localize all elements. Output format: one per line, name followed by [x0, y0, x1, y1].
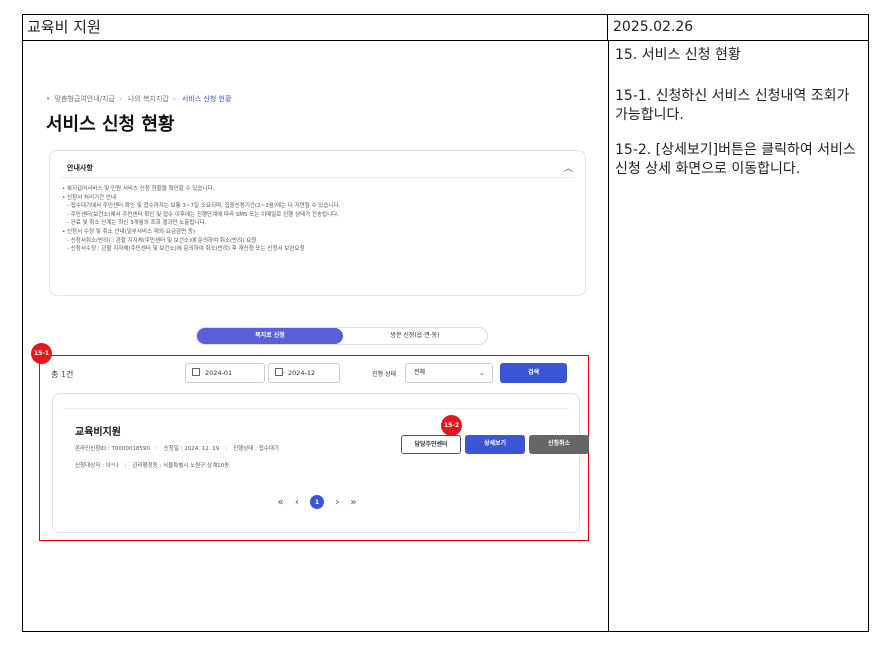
description-title: 15. 서비스 신청 현황: [615, 47, 741, 63]
date-from-input[interactable]: 2024-01: [185, 363, 265, 383]
divider: [60, 177, 575, 178]
first-page-icon[interactable]: «: [278, 497, 284, 508]
divider: |: [124, 463, 127, 469]
notice-panel: 안내사항 ︿ • 복지급여서비스 및 민원 서비스 신청 현황을 확인할 수 있…: [49, 150, 586, 296]
screenshot-area: • 맞춤형급여안내/지급 › 나의 복지지갑 › 서비스 신청 현황 서비스 신청 …: [24, 42, 607, 631]
calendar-icon: [192, 368, 200, 376]
service-title: 교육비지원: [75, 427, 121, 438]
applied-date: 신청일 : 2024. 12. 19: [163, 446, 220, 452]
status-text: 진행상태 : 접수대기: [233, 446, 279, 452]
notice-list: • 복지급여서비스 및 민원 서비스 신청 현황을 확인할 수 있습니다. • …: [62, 185, 340, 254]
chevron-up-icon[interactable]: ︿: [564, 161, 573, 174]
breadcrumb: • 맞춤형급여안내/지급 › 나의 복지지갑 › 서비스 신청 현황: [46, 94, 231, 104]
notice-line: - 주민센터(보건소)에서 주민센터 확인 및 접수 이후에는 진행단계에 따라…: [67, 211, 339, 218]
notice-line: - 신청서수정 : 관할 지자체(주민센터 및 보건소)에 문의하여 취소(반려…: [67, 246, 305, 253]
notice-title: 안내사항: [67, 164, 93, 172]
office: 관리행정동 : 서울특별시 노원구 상계10동: [132, 463, 230, 469]
community-center-button[interactable]: 담당주민센터: [401, 435, 461, 454]
notice-line: - 신청서취소(반려) : 관할 지자체(주민센터 및 보건소)에 문의하여 취…: [67, 237, 257, 244]
tab-visit-apply[interactable]: 방문 신청(읍·면·동): [343, 328, 487, 344]
online-id: 온라인신청ID : T0000018590: [75, 446, 150, 452]
breadcrumb-item[interactable]: 나의 복지지갑: [128, 95, 169, 103]
chevron-right-icon: ›: [172, 95, 176, 103]
applicant: 신청대상자 : 이*나: [75, 463, 119, 469]
doc-date: 2025.02.26: [608, 15, 868, 41]
home-dot-icon: •: [46, 95, 51, 103]
divider: |: [155, 446, 158, 452]
cancel-application-button[interactable]: 신청취소: [529, 435, 589, 454]
total-count: 총 1건: [51, 369, 73, 380]
date-from-value: 2024-01: [205, 369, 233, 377]
breadcrumb-item[interactable]: 맞춤형급여안내/지급: [55, 95, 115, 103]
pagination: « ‹ 1 › »: [53, 495, 581, 511]
badge-15-2: 15-2: [441, 415, 462, 436]
status-value: 전체: [414, 369, 426, 376]
apply-type-tabs: 복지로 신청 방문 신청(읍·면·동): [196, 327, 488, 345]
notice-line: • 복지급여서비스 및 민원 서비스 신청 현황을 확인할 수 있습니다.: [62, 186, 215, 192]
total-suffix: 건: [66, 370, 74, 379]
description-panel: 15. 서비스 신청 현황 15-1. 신청하신 서비스 신청내역 조회가 가능…: [608, 41, 868, 631]
breadcrumb-current: 서비스 신청 현황: [181, 95, 232, 103]
date-to-value: 2024-12: [288, 369, 316, 377]
status-select[interactable]: 전체 ⌄: [405, 363, 493, 383]
detail-button[interactable]: 상세보기: [465, 435, 525, 454]
notice-line: - 접수대기에서 주민센터 확인 및 접수까지는 보통 3~7일 소요되며, 집…: [67, 203, 341, 210]
date-to-input[interactable]: 2024-12: [268, 363, 340, 383]
doc-title: 교육비 지원: [23, 15, 608, 41]
application-card: 교육비지원 온라인신청ID : T0000018590 | 신청일 : 2024. …: [52, 393, 589, 533]
description-item: 15-2. [상세보기]버튼은 클릭하여 서비스 신청 상세 화면으로 이동합니…: [615, 142, 856, 177]
calendar-icon: [275, 368, 283, 376]
description-item: 15-1. 신청하신 서비스 신청내역 조회가 가능합니다.: [615, 88, 850, 123]
notice-line: • 신청서 수정 및 취소 안내(일부서비스 제외-요금감면 등): [62, 228, 196, 235]
last-page-icon[interactable]: »: [350, 497, 356, 508]
status-label: 진행 상태: [372, 371, 396, 378]
spec-document: 교육비 지원 2025.02.26 15. 서비스 신청 현황 15-1. 신청…: [22, 14, 869, 632]
chevron-down-icon: ⌄: [479, 369, 485, 377]
card-meta-2: 신청대상자 : 이*나 | 관리행정동 : 서울특별시 노원구 상계10동: [75, 461, 229, 469]
tab-online-apply[interactable]: 복지로 신청: [197, 328, 343, 344]
notice-line: - 완료 및 취소 단계는 최신 3개월의 조회 결과만 노출됩니다.: [67, 220, 207, 227]
total-prefix: 총: [51, 370, 61, 379]
divider: [63, 408, 569, 409]
chevron-right-icon: ›: [118, 95, 122, 103]
card-meta-1: 온라인신청ID : T0000018590 | 신청일 : 2024. 12. 19…: [75, 444, 279, 452]
prev-page-icon[interactable]: ‹: [295, 497, 299, 508]
notice-line: • 신청서 처리기간 안내: [62, 194, 117, 201]
badge-15-1: 15-1: [31, 343, 52, 364]
page-number-current[interactable]: 1: [310, 495, 324, 509]
next-page-icon[interactable]: ›: [335, 497, 339, 508]
divider: |: [225, 446, 228, 452]
search-button[interactable]: 검색: [500, 363, 567, 383]
page-title: 서비스 신청 현황: [46, 114, 175, 135]
